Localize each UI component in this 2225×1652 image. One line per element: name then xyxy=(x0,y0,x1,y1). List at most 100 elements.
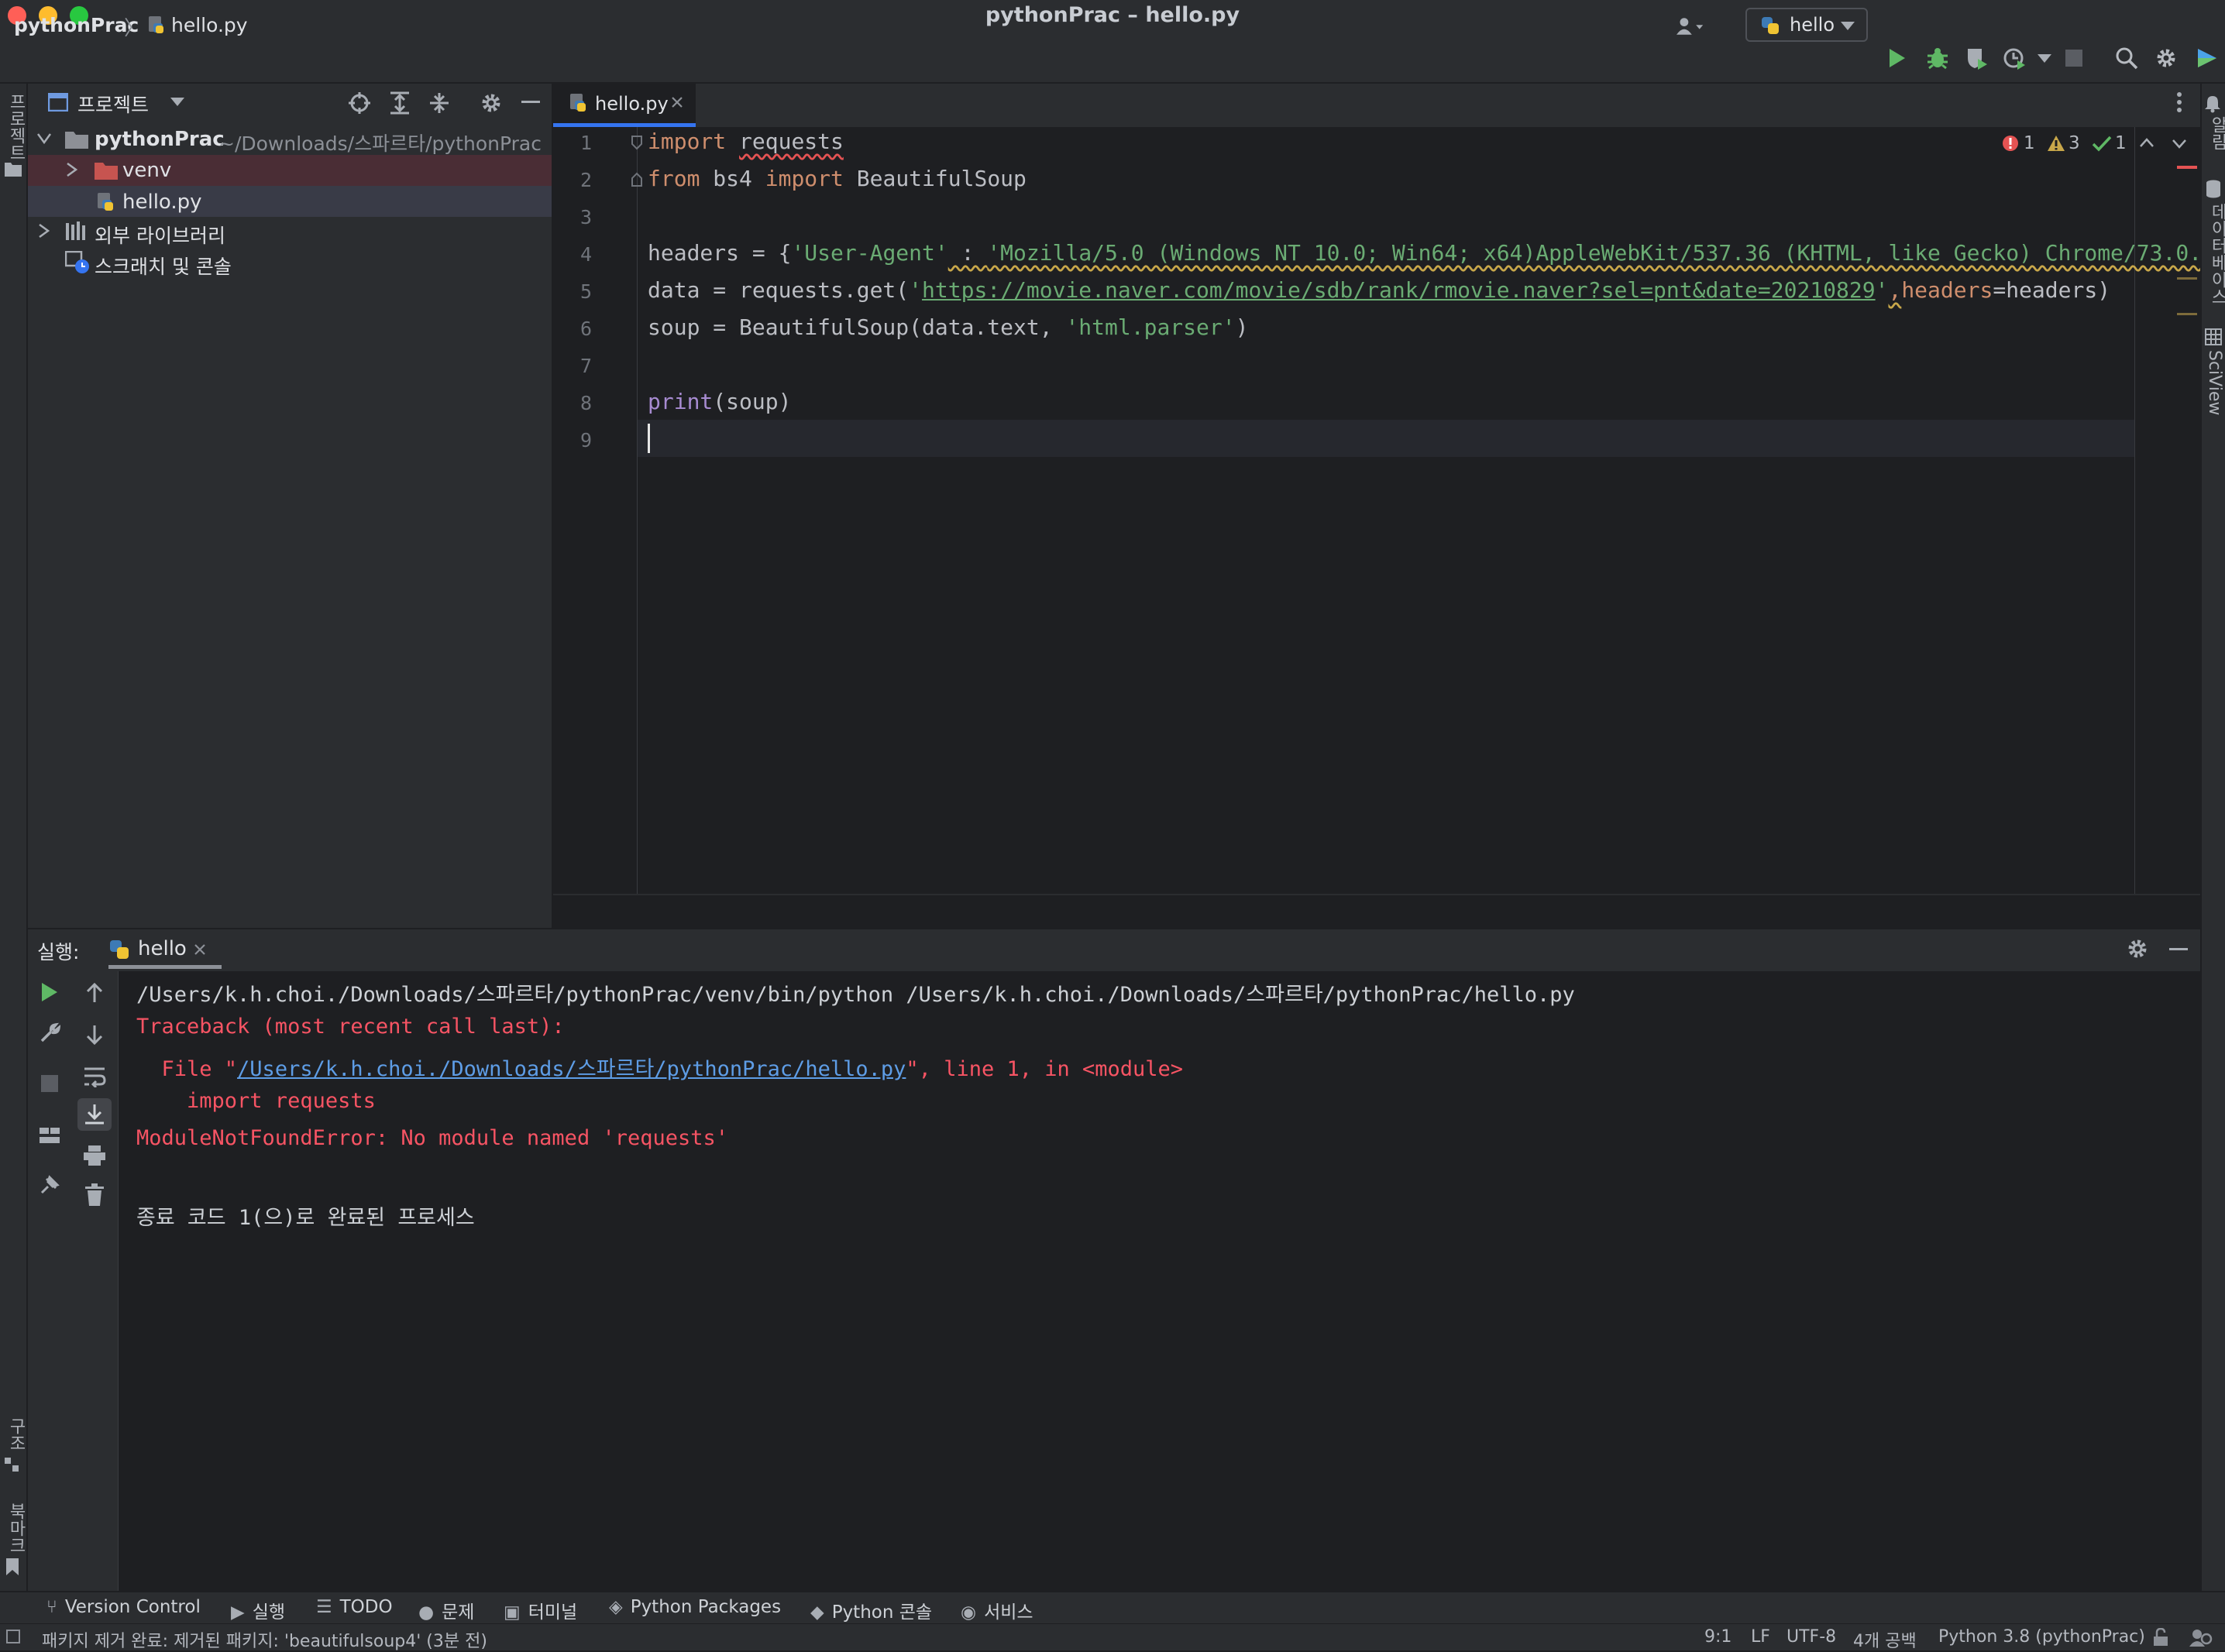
warning-icon[interactable] xyxy=(2047,135,2065,152)
horizontal-scrollbar[interactable] xyxy=(553,894,2200,929)
pin-icon[interactable] xyxy=(39,1174,60,1196)
warning-stripe-marker[interactable] xyxy=(2177,313,2197,315)
status-interpreter[interactable]: Python 3.8 (pythonPrac) xyxy=(1938,1627,2145,1647)
code-class: BeautifulSoup xyxy=(856,166,1027,191)
profile-icon[interactable] xyxy=(2003,46,2027,70)
weak-warning-check-icon[interactable] xyxy=(2092,135,2112,152)
code-line-5: data = requests.get('https://movie.naver… xyxy=(648,277,2110,303)
more-options-icon[interactable] xyxy=(2175,91,2183,113)
warning-stripe-marker[interactable] xyxy=(2177,277,2197,280)
tool-run[interactable]: ▶ 실행 xyxy=(231,1597,285,1623)
debug-icon[interactable] xyxy=(1926,46,1949,70)
fold-marker-icon[interactable] xyxy=(629,172,645,187)
right-database-label[interactable]: 데이터베이스 xyxy=(2205,203,2225,305)
chevron-right-icon[interactable] xyxy=(67,163,77,177)
status-indent[interactable]: 4개 공백 xyxy=(1853,1627,1917,1652)
next-problem-icon[interactable] xyxy=(2172,139,2186,149)
weak-warning-count[interactable]: 1 xyxy=(2115,133,2127,153)
chevron-down-icon[interactable] xyxy=(37,133,51,144)
print-icon[interactable] xyxy=(83,1145,106,1166)
more-run-options-icon[interactable] xyxy=(2038,54,2051,64)
hide-panel-icon[interactable] xyxy=(2169,948,2188,951)
run-panel-header xyxy=(28,929,2200,971)
settings-gear-icon[interactable] xyxy=(480,91,503,115)
tool-python-console[interactable]: ◆ Python 콘솔 xyxy=(810,1597,932,1623)
left-structure-tool-label[interactable]: 구조 xyxy=(3,1417,28,1451)
expand-all-icon[interactable] xyxy=(389,91,411,115)
error-icon[interactable] xyxy=(2002,135,2019,152)
collapse-all-icon[interactable] xyxy=(428,91,450,115)
run-icon[interactable] xyxy=(1888,48,1907,68)
editor-tab-bar xyxy=(553,84,2200,129)
stop-icon[interactable] xyxy=(2065,50,2082,67)
rerun-icon[interactable] xyxy=(40,982,59,1002)
console-traceback-code: import requests xyxy=(136,1089,376,1113)
chevron-right-icon[interactable] xyxy=(39,224,50,238)
layout-icon[interactable] xyxy=(39,1126,60,1145)
error-stripe-marker[interactable] xyxy=(2177,166,2197,169)
run-tab-label[interactable]: hello xyxy=(138,937,187,960)
previous-problem-icon[interactable] xyxy=(2140,138,2154,147)
status-line-separator[interactable]: LF xyxy=(1751,1627,1770,1647)
status-message[interactable]: 패키지 제거 완료: 제거된 패키지: 'beautifulsoup4' (3분… xyxy=(42,1627,487,1652)
window-title: pythonPrac – hello.py xyxy=(985,3,1240,27)
soft-wrap-icon[interactable] xyxy=(83,1066,106,1087)
stop-icon[interactable] xyxy=(41,1075,58,1092)
console-file-link[interactable]: /Users/k.h.choi./Downloads/스파르타/pythonPr… xyxy=(237,1057,906,1081)
run-icon: ▶ xyxy=(231,1602,245,1623)
edit-configuration-wrench-icon[interactable] xyxy=(39,1022,60,1044)
tool-todo[interactable]: ☰ TODO xyxy=(316,1597,393,1617)
unlock-icon[interactable] xyxy=(2152,1628,2169,1647)
right-sciview-label[interactable]: SciView xyxy=(2205,350,2224,415)
scroll-to-end-icon[interactable] xyxy=(84,1103,105,1126)
tool-problems[interactable]: ● 문제 xyxy=(418,1597,474,1623)
sciview-icon[interactable] xyxy=(2205,328,2222,345)
left-project-tool-label[interactable]: 프로젝트 xyxy=(3,93,28,161)
close-tab-icon[interactable] xyxy=(194,943,206,956)
database-icon[interactable] xyxy=(2205,180,2222,198)
settings-gear-icon[interactable] xyxy=(2126,937,2149,960)
scroll-up-icon[interactable] xyxy=(84,982,105,1004)
right-notifications-label[interactable]: 알림 xyxy=(2205,116,2225,150)
folder-icon[interactable] xyxy=(5,161,22,177)
tool-python-packages[interactable]: ◈ Python Packages xyxy=(609,1597,781,1617)
error-count[interactable]: 1 xyxy=(2024,133,2035,153)
python-file-icon xyxy=(98,193,113,211)
console-text: ", line 1, in <module> xyxy=(906,1057,1184,1081)
terminal-icon: ▣ xyxy=(504,1602,521,1623)
status-caret-position[interactable]: 9:1 xyxy=(1704,1627,1732,1647)
code-with-me-icon[interactable] xyxy=(2189,1628,2213,1647)
tool-version-control[interactable]: ⑂ Version Control xyxy=(46,1597,201,1617)
locate-file-icon[interactable] xyxy=(348,91,371,115)
chevron-down-icon[interactable] xyxy=(170,98,184,107)
settings-gear-icon[interactable] xyxy=(2155,46,2178,70)
close-tab-icon[interactable] xyxy=(671,96,683,108)
breadcrumb-file[interactable]: hello.py xyxy=(171,14,248,36)
coverage-icon[interactable] xyxy=(1965,46,1989,70)
current-line-highlight xyxy=(638,420,2134,457)
left-bookmarks-tool-label[interactable]: 북마크 xyxy=(3,1503,28,1554)
warning-count[interactable]: 3 xyxy=(2069,133,2080,153)
tool-terminal[interactable]: ▣ 터미널 xyxy=(504,1597,577,1623)
notifications-bell-icon[interactable] xyxy=(2203,94,2222,113)
jetbrains-ai-icon[interactable] xyxy=(2196,46,2219,70)
breadcrumb-project[interactable]: pythonPrac xyxy=(14,14,139,36)
line-number: 2 xyxy=(579,169,592,191)
tool-services[interactable]: ◉ 서비스 xyxy=(961,1597,1033,1623)
line-number: 9 xyxy=(579,429,592,452)
hide-panel-icon[interactable] xyxy=(521,101,540,104)
toggle-tool-windows-icon[interactable] xyxy=(6,1630,20,1643)
project-panel-title[interactable]: 프로젝트 xyxy=(77,90,149,118)
run-toolbar-secondary xyxy=(71,971,119,1591)
tool-python-console-label: Python 콘솔 xyxy=(831,1602,933,1623)
fold-marker-icon[interactable] xyxy=(629,135,645,150)
clear-trash-icon[interactable] xyxy=(84,1183,105,1207)
problems-icon: ● xyxy=(418,1602,435,1623)
account-icon[interactable] xyxy=(1676,12,1704,40)
code-url-link[interactable]: https://movie.naver.com/movie/sdb/rank/r… xyxy=(922,277,1876,303)
scroll-down-icon[interactable] xyxy=(84,1024,105,1046)
right-tool-window-strip xyxy=(2200,84,2225,1591)
chevron-down-icon xyxy=(1841,22,1855,30)
search-icon[interactable] xyxy=(2115,46,2138,70)
status-encoding[interactable]: UTF-8 xyxy=(1787,1627,1836,1647)
